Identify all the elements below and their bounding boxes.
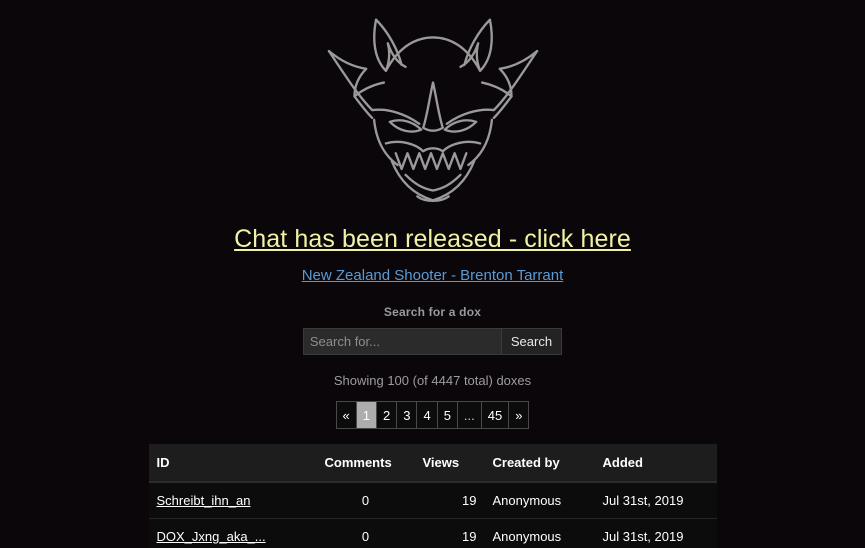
cell-comments: 0 [316, 482, 415, 519]
sublink-container: New Zealand Shooter - Brenton Tarrant [0, 266, 865, 285]
search-bar: Search [0, 328, 865, 355]
table-head: ID Comments Views Created by Added [148, 444, 717, 483]
table-row: Schreibt_ihn_an 0 19 Anonymous Jul 31st,… [148, 482, 717, 519]
table-header-row: ID Comments Views Created by Added [148, 444, 717, 483]
search-button[interactable]: Search [500, 328, 563, 355]
column-header-comments[interactable]: Comments [316, 444, 415, 483]
dox-table: ID Comments Views Created by Added Schre… [148, 444, 717, 548]
cell-views: 19 [414, 482, 485, 519]
page-root: Chat has been released - click here New … [0, 0, 865, 548]
search-section: Search for a dox Search [0, 305, 865, 355]
pagination-page-3[interactable]: 3 [397, 402, 418, 428]
nz-shooter-link[interactable]: New Zealand Shooter - Brenton Tarrant [302, 266, 564, 285]
cell-added: Jul 31st, 2019 [594, 518, 717, 548]
table-body: Schreibt_ihn_an 0 19 Anonymous Jul 31st,… [148, 482, 717, 548]
cell-comments: 0 [316, 518, 415, 548]
column-header-id[interactable]: ID [148, 444, 317, 483]
pagination-container: « 1 2 3 4 5 ... 45 » [0, 401, 865, 429]
column-header-added[interactable]: Added [594, 444, 717, 483]
pagination-page-2[interactable]: 2 [376, 402, 398, 428]
pagination-prev[interactable]: « [336, 402, 357, 428]
cell-added: Jul 31st, 2019 [594, 482, 717, 519]
search-label: Search for a dox [383, 305, 482, 319]
dox-id-link[interactable]: Schreibt_ihn_an [157, 493, 251, 508]
pagination-page-1[interactable]: 1 [356, 402, 377, 428]
pagination-page-5[interactable]: 5 [437, 402, 458, 428]
table-row: DOX_Jxng_aka_... 0 19 Anonymous Jul 31st… [148, 518, 717, 548]
cell-views: 19 [414, 518, 485, 548]
chat-released-link[interactable]: Chat has been released - click here [234, 224, 631, 254]
cell-id: DOX_Jxng_aka_... [148, 518, 317, 548]
dox-id-link[interactable]: DOX_Jxng_aka_... [157, 529, 266, 544]
headline-container: Chat has been released - click here [0, 224, 865, 254]
results-count: Showing 100 (of 4447 total) doxes [333, 373, 532, 388]
pagination-next[interactable]: » [509, 402, 529, 428]
cell-created-by: Anonymous [484, 482, 595, 519]
site-logo [0, 0, 865, 218]
demon-head-logo-icon [327, 18, 538, 202]
search-input[interactable] [302, 328, 501, 355]
column-header-created-by[interactable]: Created by [484, 444, 595, 483]
column-header-views[interactable]: Views [414, 444, 485, 483]
cell-created-by: Anonymous [484, 518, 595, 548]
pagination-ellipsis: ... [457, 402, 482, 428]
pagination-page-45[interactable]: 45 [481, 402, 510, 428]
cell-id: Schreibt_ihn_an [148, 482, 317, 519]
pagination[interactable]: « 1 2 3 4 5 ... 45 » [335, 401, 530, 429]
dox-table-container: ID Comments Views Created by Added Schre… [0, 444, 865, 548]
pagination-page-4[interactable]: 4 [417, 402, 438, 428]
